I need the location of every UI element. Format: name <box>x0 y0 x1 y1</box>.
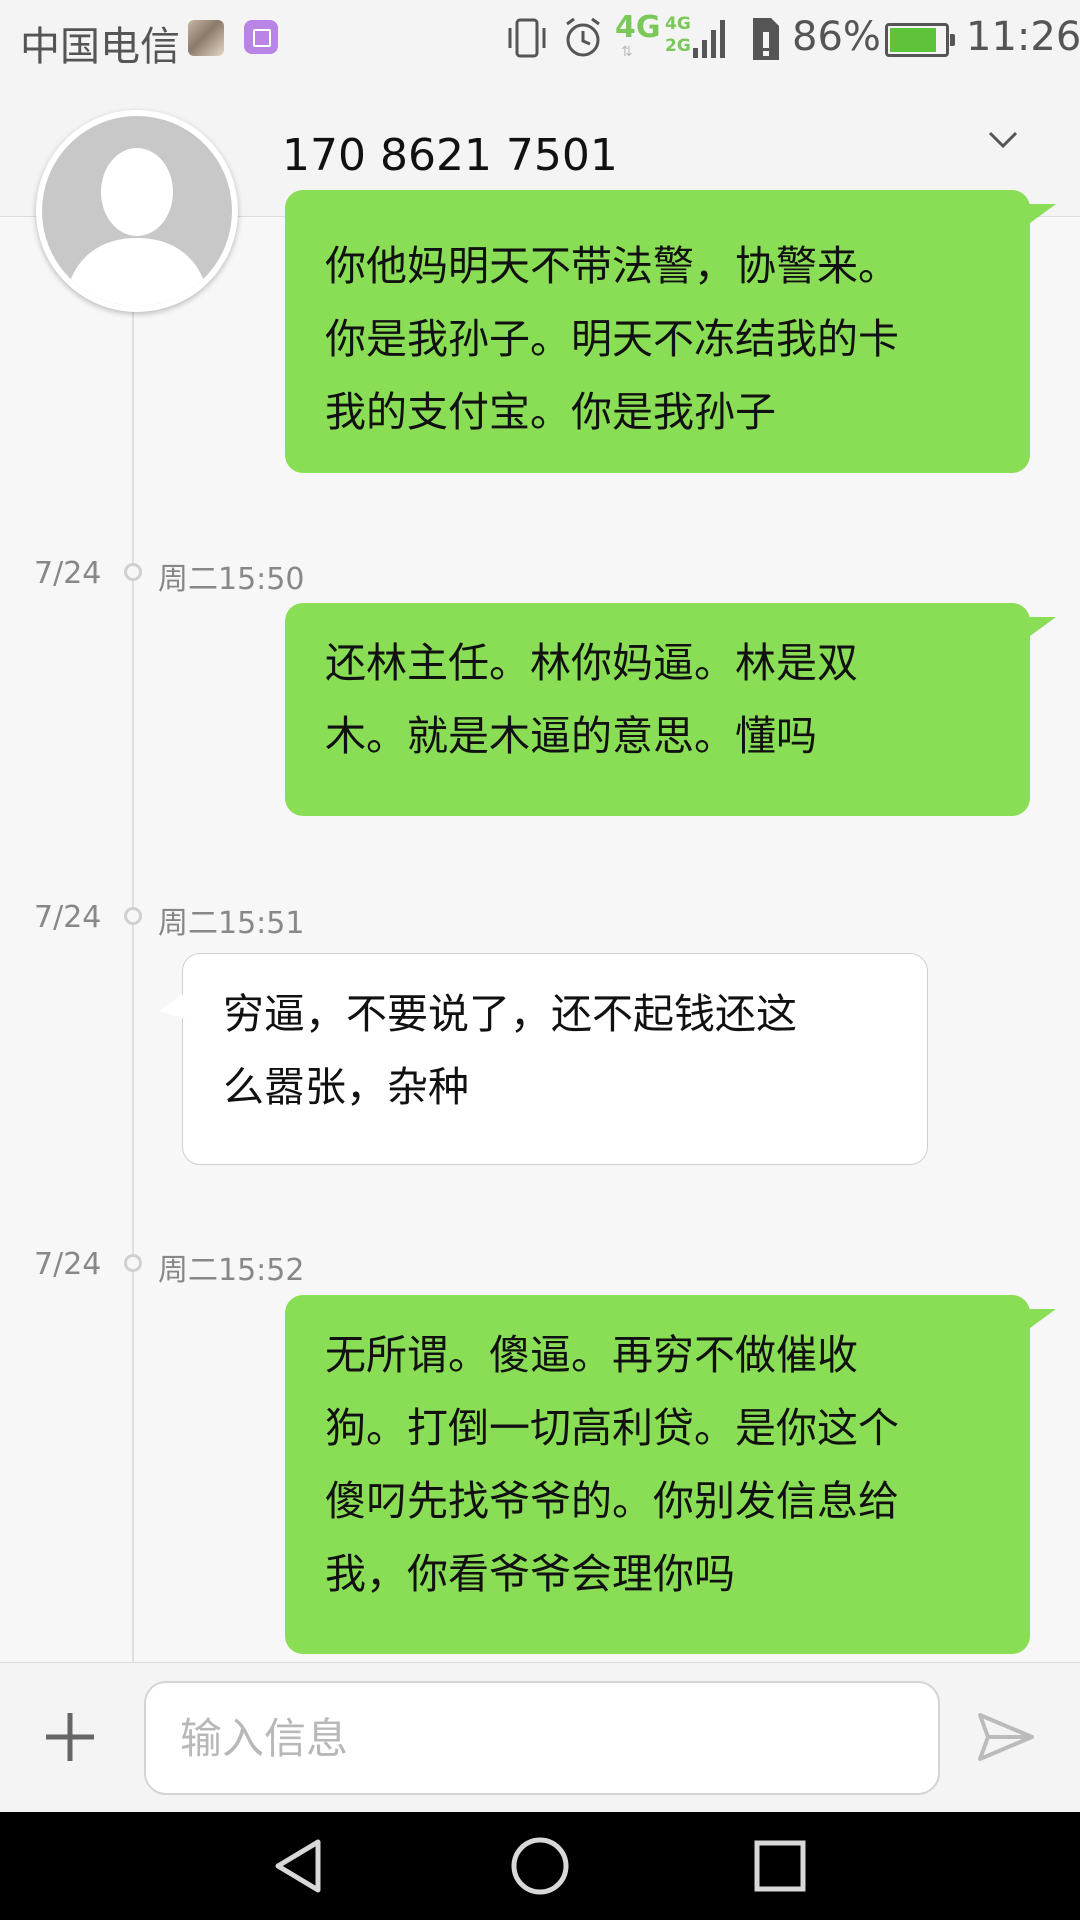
signal-icon: 4G 2G <box>665 10 735 64</box>
message-line: 我的支付宝。你是我孙子 <box>325 388 776 436</box>
message-bubble-outgoing[interactable]: 还林主任。林你妈逼。林是双 木。就是木逼的意思。懂吗 <box>285 603 1056 816</box>
person-silhouette-icon <box>64 148 210 306</box>
navigation-bar <box>0 1812 1080 1920</box>
message-bubble-outgoing[interactable]: 无所谓。傻逼。再穷不做催收 狗。打倒一切高利贷。是你这个 傻叼先找爷爷的。你别发… <box>285 1295 1056 1654</box>
network-4g-icon: 4G ⇅ <box>615 10 661 60</box>
message-line: 傻叼先找爷爷的。你别发信息给 <box>325 1477 899 1525</box>
compose-bar <box>0 1662 1080 1813</box>
message-line: 狗。打倒一切高利贷。是你这个 <box>325 1404 899 1452</box>
message-date: 7/24 <box>34 556 102 591</box>
carrier-label: 中国电信 <box>20 24 180 70</box>
message-line: 木。就是木逼的意思。懂吗 <box>325 712 817 760</box>
vibrate-icon <box>508 18 546 58</box>
sim-icon <box>753 18 779 60</box>
gallery-icon <box>244 20 278 54</box>
plus-icon[interactable] <box>42 1709 98 1765</box>
message-time: 周二15:51 <box>158 906 305 941</box>
message-line: 你他妈明天不带法警，协警来。 <box>325 242 899 290</box>
message-date: 7/24 <box>34 1247 102 1282</box>
status-bar: 中国电信 4G ⇅ 4G 2G 86% 11:26 <box>0 0 1080 78</box>
message-line: 么嚣张，杂种 <box>223 1063 469 1111</box>
battery-level <box>890 28 937 52</box>
message-line: 无所谓。傻逼。再穷不做催收 <box>325 1331 858 1379</box>
message-input[interactable] <box>144 1681 940 1795</box>
battery-percent: 86% <box>792 14 881 60</box>
message-line: 我，你看爷爷会理你吗 <box>325 1550 735 1598</box>
message-line: 你是我孙子。明天不冻结我的卡 <box>325 315 899 363</box>
timeline-dot <box>124 1254 142 1272</box>
contact-number[interactable]: 170 8621 7501 <box>282 130 618 181</box>
chevron-down-icon[interactable] <box>986 122 1020 156</box>
home-icon[interactable] <box>510 1836 570 1896</box>
message-date: 7/24 <box>34 900 102 935</box>
clock: 11:26 <box>966 14 1080 60</box>
message-line: 穷逼，不要说了，还不起钱还这 <box>223 990 797 1038</box>
message-bubble-incoming[interactable]: 穷逼，不要说了，还不起钱还这 么嚣张，杂种 <box>182 953 928 1165</box>
timeline-dot <box>124 563 142 581</box>
timeline-line <box>132 300 134 1662</box>
message-time: 周二15:52 <box>158 1253 305 1288</box>
message-bubble-outgoing[interactable]: 你他妈明天不带法警，协警来。 你是我孙子。明天不冻结我的卡 我的支付宝。你是我孙… <box>285 190 1056 473</box>
message-line: 还林主任。林你妈逼。林是双 <box>325 639 858 687</box>
alarm-icon <box>566 17 600 57</box>
back-icon[interactable] <box>270 1836 330 1896</box>
photo-thumbnail-icon <box>188 20 224 56</box>
send-icon[interactable] <box>976 1709 1036 1765</box>
contact-avatar[interactable] <box>36 110 238 312</box>
recents-icon[interactable] <box>750 1836 810 1896</box>
battery-charging-icon <box>885 23 955 57</box>
timeline-dot <box>124 907 142 925</box>
message-time: 周二15:50 <box>158 562 305 597</box>
